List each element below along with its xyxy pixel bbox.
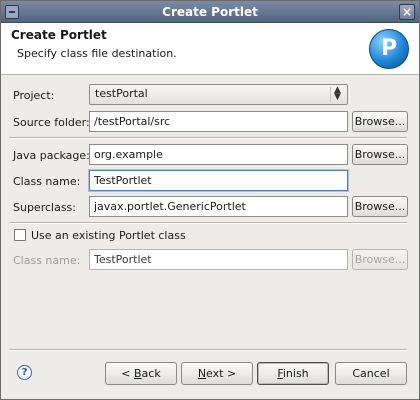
combo-updown-icon: ▲ ▼ — [330, 86, 344, 102]
java-package-input[interactable] — [89, 144, 348, 165]
class-name-input[interactable] — [89, 170, 348, 191]
separator-top — [9, 137, 407, 139]
logo-letter: P — [380, 36, 398, 61]
source-folder-input[interactable] — [89, 111, 348, 132]
class-name-label: Class name: — [13, 175, 81, 188]
next-button[interactable]: Next > — [181, 362, 253, 385]
window-title: Create Portlet — [162, 5, 258, 19]
back-mnemonic: B — [134, 367, 142, 380]
separator-middle — [9, 222, 407, 224]
use-existing-label[interactable]: Use an existing Portlet class — [31, 229, 186, 242]
superclass-input[interactable] — [89, 196, 348, 217]
create-portlet-dialog: Create Portlet × Create Portlet Specify … — [0, 0, 420, 400]
back-button[interactable]: < Back — [105, 362, 177, 385]
separator-bottom — [9, 349, 407, 351]
banner-description: Specify class file destination. — [17, 47, 177, 60]
finish-button[interactable]: Finish — [257, 362, 329, 385]
existing-class-input[interactable] — [89, 249, 348, 270]
title-bar[interactable]: Create Portlet × — [1, 1, 419, 23]
project-combo[interactable]: testPortal ▲ ▼ — [89, 84, 348, 105]
use-existing-checkbox[interactable] — [14, 229, 26, 241]
java-package-label: Java package: — [13, 149, 90, 162]
finish-rest: inish — [282, 367, 309, 380]
back-prefix: < — [121, 367, 134, 380]
superclass-label: Superclass: — [13, 201, 76, 214]
java-package-browse-button[interactable]: Browse... — [352, 144, 408, 165]
source-folder-browse-button[interactable]: Browse... — [352, 111, 408, 132]
back-rest: ack — [141, 367, 161, 380]
close-icon[interactable]: × — [399, 4, 415, 20]
next-mnemonic: N — [197, 367, 207, 380]
portlet-wizard-icon: P — [369, 29, 409, 69]
existing-class-browse-button[interactable]: Browse... — [352, 249, 408, 270]
banner-title: Create Portlet — [11, 28, 107, 42]
superclass-browse-button[interactable]: Browse... — [352, 196, 408, 217]
existing-class-label: Class name: — [13, 254, 81, 267]
cancel-button[interactable]: Cancel — [335, 362, 407, 385]
help-icon[interactable]: ? — [17, 365, 32, 380]
wizard-banner: Create Portlet Specify class file destin… — [1, 23, 419, 75]
next-rest: ext > — [206, 367, 237, 380]
project-value: testPortal — [95, 87, 148, 100]
project-label: Project: — [13, 89, 55, 102]
source-folder-label: Source folder: — [13, 116, 90, 129]
